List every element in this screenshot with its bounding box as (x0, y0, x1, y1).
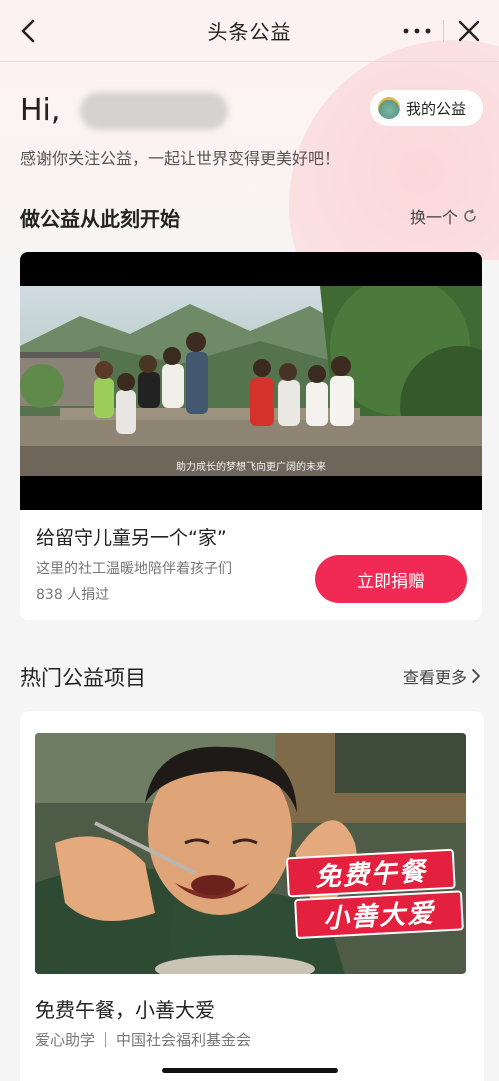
back-chevron-icon[interactable] (14, 16, 44, 46)
donor-count: 838 人捐过 (36, 587, 110, 603)
blurred-username (80, 92, 228, 130)
children-photo (20, 286, 482, 476)
view-more-label: 查看更多 (403, 668, 468, 687)
badge-line-1: 免费午餐 (285, 848, 456, 898)
badge-line-2: 小善大爱 (294, 890, 464, 940)
project-description: 这里的社工温暖地陪伴着孩子们 (36, 561, 232, 577)
refresh-icon (464, 209, 476, 222)
hot-section-title: 热门公益项目 (20, 666, 146, 690)
featured-section-title: 做公益从此刻开始 (20, 207, 180, 231)
view-more-link[interactable]: 查看更多 (403, 664, 481, 688)
home-indicator[interactable] (162, 1068, 338, 1073)
project-image[interactable]: 免费午餐 小善大爱 (35, 733, 466, 974)
my-charity-label: 我的公益 (406, 99, 467, 118)
project-video[interactable]: 助力成长的梦想飞向更广阔的未来 (20, 252, 482, 510)
chevron-right-icon (472, 669, 480, 683)
welcome-subtitle: 感谢你关注公益，一起让世界变得更美好吧！ (20, 149, 341, 168)
featured-project-card[interactable]: 助力成长的梦想飞向更广阔的未来 给留守儿童另一个“家” 这里的社工温暖地陪伴着孩… (20, 252, 482, 620)
project-badge: 免费午餐 小善大爱 (285, 848, 464, 944)
video-caption: 助力成长的梦想飞向更广阔的未来 (176, 462, 326, 473)
page-title: 头条公益 (207, 20, 292, 44)
refresh-label: 换一个 (410, 208, 459, 227)
project-category: 爱心助学 (35, 1031, 96, 1049)
avatar (378, 97, 400, 119)
more-dots-icon[interactable] (398, 16, 436, 46)
project-title: 给留守儿童另一个“家” (36, 527, 227, 549)
navigation-bar: 头条公益 (0, 0, 499, 62)
greeting: Hi, (20, 93, 61, 128)
my-charity-button[interactable]: 我的公益 (370, 90, 483, 126)
project-organization: 中国社会福利基金会 (116, 1031, 252, 1049)
hot-project-title: 免费午餐，小善大爱 (35, 998, 215, 1022)
close-icon[interactable] (454, 16, 484, 46)
refresh-button[interactable]: 换一个 (410, 204, 478, 228)
hot-project-meta: 爱心助学 中国社会福利基金会 (35, 1029, 251, 1050)
meta-divider (105, 1032, 107, 1047)
hot-project-card[interactable]: 免费午餐 小善大爱 免费午餐，小善大爱 爱心助学 中国社会福利基金会 (20, 711, 484, 1081)
donate-button[interactable]: 立即捐赠 (315, 555, 467, 603)
nav-divider (443, 20, 444, 42)
